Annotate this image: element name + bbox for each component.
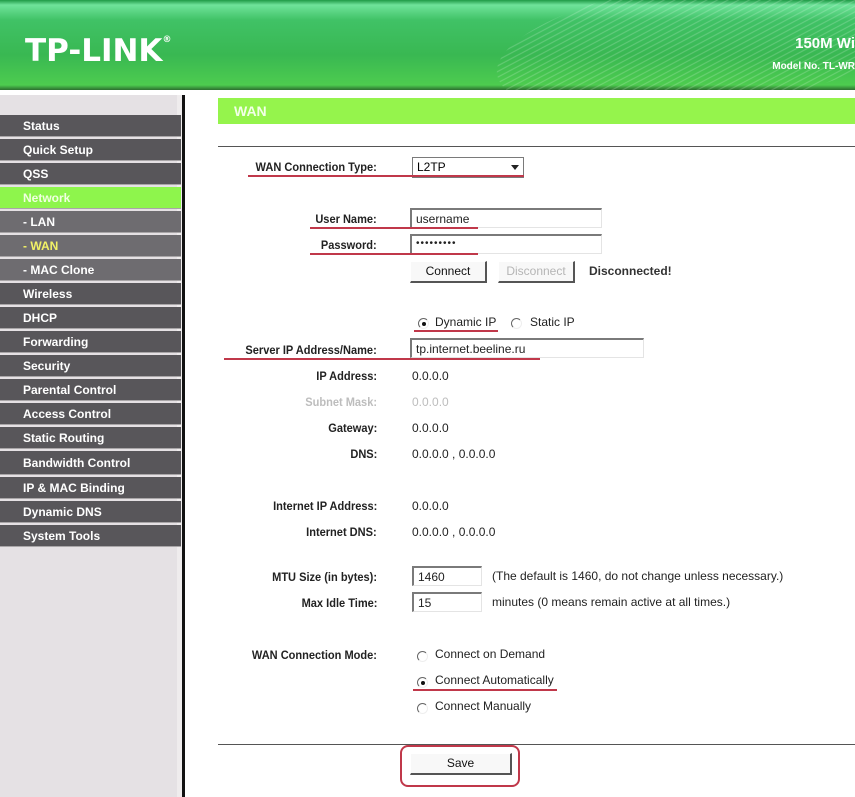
mtu-input[interactable]: 1460 [412,566,482,586]
password-label: Password: [321,238,377,252]
wan-connection-type-label: WAN Connection Type: [255,160,377,174]
section-title: WAN [218,98,855,124]
dns-label: DNS: [350,447,377,461]
connect-on-demand-radio[interactable] [417,651,428,662]
dynamic-ip-radio[interactable] [418,318,429,329]
internet-dns-value: 0.0.0.0 , 0.0.0.0 [412,525,496,539]
dns-value: 0.0.0.0 , 0.0.0.0 [412,447,496,461]
sidebar-item-status[interactable]: Status [0,115,181,137]
sidebar: Status Quick Setup QSS Network - LAN - WAN - M… [0,95,185,797]
sidebar-item-network[interactable]: Network [0,187,181,209]
max-idle-label: Max Idle Time: [301,596,377,610]
header-banner: TP-LINK® 150M Wi Model No. TL-WR [0,0,855,90]
sidebar-item-qss[interactable]: QSS [0,163,181,185]
sidebar-item-security[interactable]: Security [0,355,181,377]
sidebar-item-dhcp[interactable]: DHCP [0,307,181,329]
subnet-mask-label: Subnet Mask: [305,395,377,409]
sidebar-item-system-tools[interactable]: System Tools [0,525,181,547]
sidebar-item-lan[interactable]: - LAN [0,211,181,233]
annotation-underline [310,253,478,255]
top-divider [218,146,855,147]
sidebar-item-ip-mac-binding[interactable]: IP & MAC Binding [0,477,181,499]
sidebar-menu: Status Quick Setup QSS Network - LAN - WAN - M… [0,115,181,549]
max-idle-hint: minutes (0 means remain active at all ti… [492,595,731,609]
connect-automatically-radio[interactable] [417,677,428,688]
sidebar-item-parental-control[interactable]: Parental Control [0,379,181,401]
product-title: 150M Wi [795,35,855,52]
annotation-underline [414,330,498,332]
bottom-divider [218,744,855,745]
sidebar-item-access-control[interactable]: Access Control [0,403,181,425]
annotation-underline [224,358,540,360]
static-ip-radio[interactable] [511,318,522,329]
tp-link-logo: TP-LINK® [25,33,172,69]
sidebar-item-mac-clone[interactable]: - MAC Clone [0,259,181,281]
annotation-underline [413,689,557,691]
connect-manually-radio[interactable] [417,703,428,714]
connection-status: Disconnected! [589,264,672,278]
disconnect-button[interactable]: Disconnect [498,261,575,283]
max-idle-input[interactable]: 15 [412,592,482,612]
static-ip-label[interactable]: Static IP [530,315,575,329]
annotation-underline [310,227,478,229]
user-name-label: User Name: [315,212,377,226]
ip-address-value: 0.0.0.0 [412,369,449,383]
internet-dns-label: Internet DNS: [306,525,377,539]
password-input[interactable]: ••••••••• [410,234,602,254]
connect-on-demand-label[interactable]: Connect on Demand [435,647,545,661]
internet-ip-label: Internet IP Address: [272,499,377,513]
sidebar-item-wan[interactable]: - WAN [0,235,181,257]
sidebar-item-quick-setup[interactable]: Quick Setup [0,139,181,161]
sidebar-item-bandwidth-control[interactable]: Bandwidth Control [0,451,181,475]
wan-connection-mode-label: WAN Connection Mode: [251,648,377,662]
annotation-underline [248,175,524,177]
ip-address-label: IP Address: [316,369,377,383]
connect-manually-label[interactable]: Connect Manually [435,699,531,713]
server-address-input[interactable]: tp.internet.beeline.ru [410,338,644,358]
user-name-input[interactable]: username [410,208,602,228]
internet-ip-value: 0.0.0.0 [412,499,449,513]
sidebar-item-forwarding[interactable]: Forwarding [0,331,181,353]
mtu-label: MTU Size (in bytes): [272,570,377,584]
model-number: Model No. TL-WR [772,61,855,72]
subnet-mask-value: 0.0.0.0 [412,395,449,409]
connect-automatically-label[interactable]: Connect Automatically [435,673,554,687]
mtu-hint: (The default is 1460, do not change unle… [492,569,784,583]
main-content: WAN WAN Connection Type: L2TP User Name:… [188,95,855,797]
gateway-label: Gateway: [327,421,377,435]
connect-button[interactable]: Connect [410,261,487,283]
sidebar-item-static-routing[interactable]: Static Routing [0,427,181,449]
gateway-value: 0.0.0.0 [412,421,449,435]
save-button[interactable]: Save [410,753,512,775]
chevron-down-icon [511,165,519,170]
sidebar-item-wireless[interactable]: Wireless [0,283,181,305]
sidebar-item-dynamic-dns[interactable]: Dynamic DNS [0,501,181,523]
wan-connection-type-value: L2TP [417,160,446,174]
dynamic-ip-label[interactable]: Dynamic IP [435,315,496,329]
server-address-label: Server IP Address/Name: [245,343,377,357]
